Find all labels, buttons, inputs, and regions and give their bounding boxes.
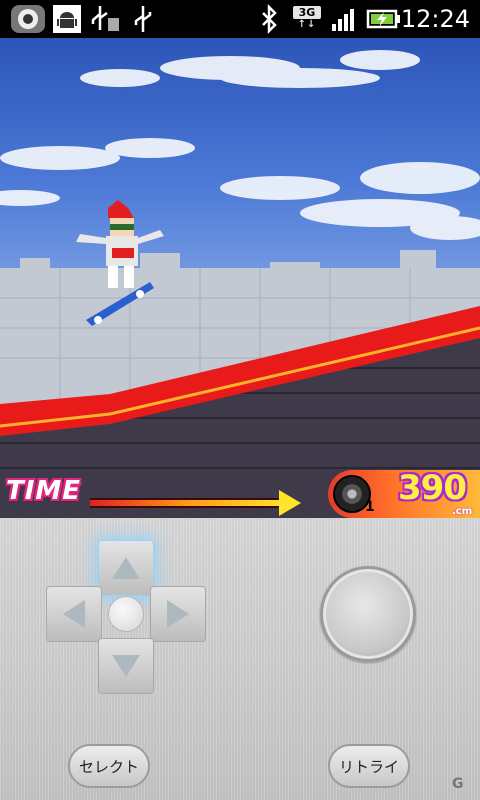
network-type-label: 3G	[293, 6, 321, 19]
arrow-up-icon	[112, 557, 140, 579]
retry-button[interactable]: リトライ	[328, 744, 410, 788]
arrow-left-icon	[63, 600, 85, 628]
dpad-right-button[interactable]	[150, 586, 206, 642]
status-clock: 12:24	[400, 5, 470, 33]
time-label: TIME	[6, 476, 82, 506]
android-debug-icon	[53, 5, 81, 33]
lives-count: 1	[365, 499, 375, 515]
distance-unit: .cm	[452, 506, 473, 517]
dpad-left-button[interactable]	[46, 586, 102, 642]
watermark-logo: G	[452, 776, 464, 792]
time-bar-arrow-icon	[279, 490, 301, 516]
battery-charging-icon	[366, 9, 400, 29]
camera-app-icon	[11, 5, 45, 33]
time-remaining-bar	[90, 498, 285, 508]
signal-icon	[332, 9, 354, 31]
data-activity-arrows: ↑↓	[297, 19, 317, 30]
dpad-up-button[interactable]	[98, 540, 154, 596]
dpad-center	[108, 596, 144, 632]
cloud-layer	[0, 50, 480, 240]
arrow-down-icon	[112, 655, 140, 677]
action-button[interactable]	[320, 566, 416, 662]
bluetooth-icon	[262, 4, 277, 34]
distance-value: 390	[398, 468, 467, 508]
status-bar: 3G ↑↓ 12:24	[0, 0, 480, 38]
virtual-controller: セレクト リトライ G	[0, 518, 480, 800]
game-screen[interactable]: TIME 1 390 .cm	[0, 38, 480, 518]
game-scene	[0, 50, 480, 518]
usb-storage-icon	[91, 6, 119, 31]
select-button[interactable]: セレクト	[68, 744, 150, 788]
network-3g-indicator: 3G ↑↓	[293, 6, 321, 32]
usb-icon	[134, 6, 152, 32]
arrow-right-icon	[167, 600, 189, 628]
dpad-down-button[interactable]	[98, 638, 154, 694]
